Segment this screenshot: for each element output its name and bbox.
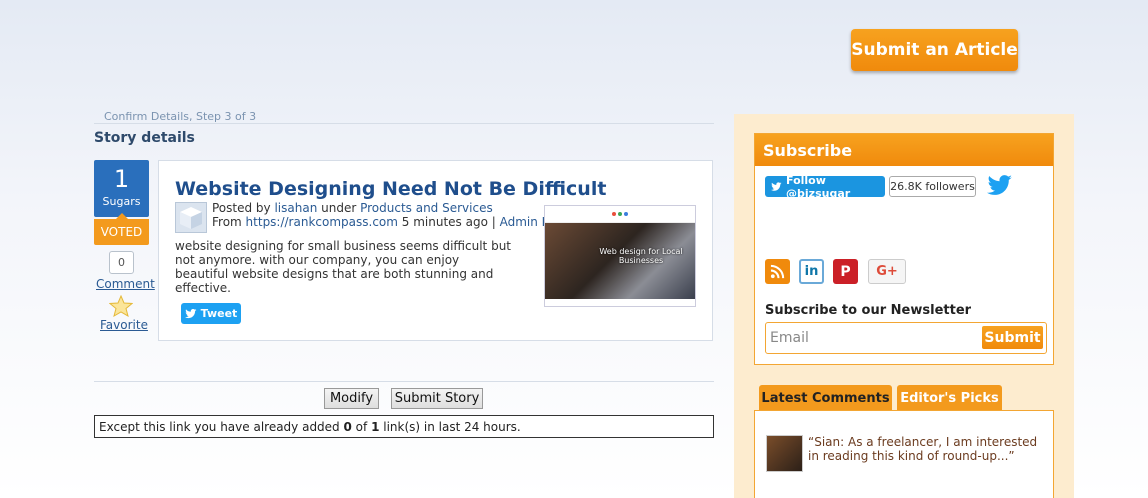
latest-comments-panel: “Sian: As a freelancer, I am interested … xyxy=(754,410,1054,498)
vote-label: Sugars xyxy=(102,195,141,208)
google-plus-icon[interactable]: G+ xyxy=(868,259,906,284)
email-input[interactable] xyxy=(770,328,970,348)
step-indicator: Confirm Details, Step 3 of 3 xyxy=(104,110,257,123)
rss-glyph-icon xyxy=(770,264,785,279)
twitter-icon xyxy=(771,181,782,191)
story-card: Website Designing Need Not Be Difficult … xyxy=(158,160,713,341)
story-meta-posted: Posted by lisahan under Products and Ser… xyxy=(212,201,493,215)
source-link[interactable]: https://rankcompass.com xyxy=(246,215,398,229)
time-ago: 5 minutes ago | xyxy=(397,215,500,229)
newsletter-label: Subscribe to our Newsletter xyxy=(765,303,972,318)
author-link[interactable]: lisahan xyxy=(274,201,317,215)
story-thumbnail[interactable]: Web design for Local Businesses xyxy=(544,205,696,307)
twitter-icon xyxy=(184,308,197,318)
modify-button[interactable]: Modify xyxy=(324,388,379,409)
link-limit-notice: Except this link you have already added … xyxy=(94,415,714,438)
notice-of: of xyxy=(351,420,372,434)
story-meta-source: From https://rankcompass.com 5 minutes a… xyxy=(212,215,572,229)
pinterest-icon[interactable]: P xyxy=(833,259,858,284)
posted-by-text: Posted by xyxy=(212,201,275,215)
story-title-link[interactable]: Website Designing Need Not Be Difficult xyxy=(175,178,606,200)
comment-link[interactable]: Comment xyxy=(96,277,155,291)
newsletter-submit-button[interactable]: Submit xyxy=(982,326,1043,349)
star-icon[interactable] xyxy=(109,295,133,317)
notice-prefix: Except this link you have already added xyxy=(99,420,344,434)
twitter-bird-icon[interactable] xyxy=(987,175,1013,197)
twitter-follow-button[interactable]: Follow @bizsugar xyxy=(765,173,885,200)
submit-story-button[interactable]: Submit Story xyxy=(391,388,483,409)
followers-count[interactable]: 26.8K followers xyxy=(889,176,976,197)
linkedin-icon[interactable]: in xyxy=(799,259,824,284)
tweet-label: Tweet xyxy=(200,307,238,320)
thumbnail-header xyxy=(545,206,695,223)
tab-editors-picks[interactable]: Editor's Picks xyxy=(897,385,1002,411)
cube-icon xyxy=(180,207,202,229)
category-link[interactable]: Products and Services xyxy=(360,201,493,215)
subscribe-panel: Subscribe Follow @bizsugar 26.8K followe… xyxy=(754,133,1054,365)
comment-excerpt-link[interactable]: “Sian: As a freelancer, I am interested … xyxy=(808,435,1043,463)
submit-article-button[interactable]: Submit an Article xyxy=(851,29,1018,71)
notice-added-count: 0 xyxy=(343,420,352,434)
divider xyxy=(94,381,714,382)
under-text: under xyxy=(317,201,361,215)
divider xyxy=(94,123,714,124)
voted-badge: VOTED xyxy=(94,213,149,245)
newsletter-form: Submit xyxy=(765,322,1047,354)
logo-dots-icon xyxy=(612,212,628,216)
avatar xyxy=(175,202,207,233)
favorite-link[interactable]: Favorite xyxy=(100,318,148,332)
thumbnail-image: Web design for Local Businesses xyxy=(545,223,695,299)
notice-suffix: link(s) in last 24 hours. xyxy=(379,420,521,434)
rss-icon[interactable] xyxy=(765,259,790,284)
vote-count: 1 xyxy=(113,165,130,193)
vote-button[interactable]: 1 Sugars xyxy=(94,160,149,217)
thumbnail-caption: Web design for Local Businesses xyxy=(599,247,683,265)
story-excerpt: website designing for small business see… xyxy=(175,239,511,295)
comment-count-badge[interactable]: 0 xyxy=(109,251,134,274)
from-text: From xyxy=(212,215,246,229)
comment-thumbnail[interactable] xyxy=(766,435,803,472)
tweet-button[interactable]: Tweet xyxy=(181,303,241,324)
tab-latest-comments[interactable]: Latest Comments xyxy=(759,385,892,411)
page-title: Story details xyxy=(94,130,195,146)
follow-label: Follow @bizsugar xyxy=(786,173,851,200)
subscribe-title: Subscribe xyxy=(755,134,1053,166)
